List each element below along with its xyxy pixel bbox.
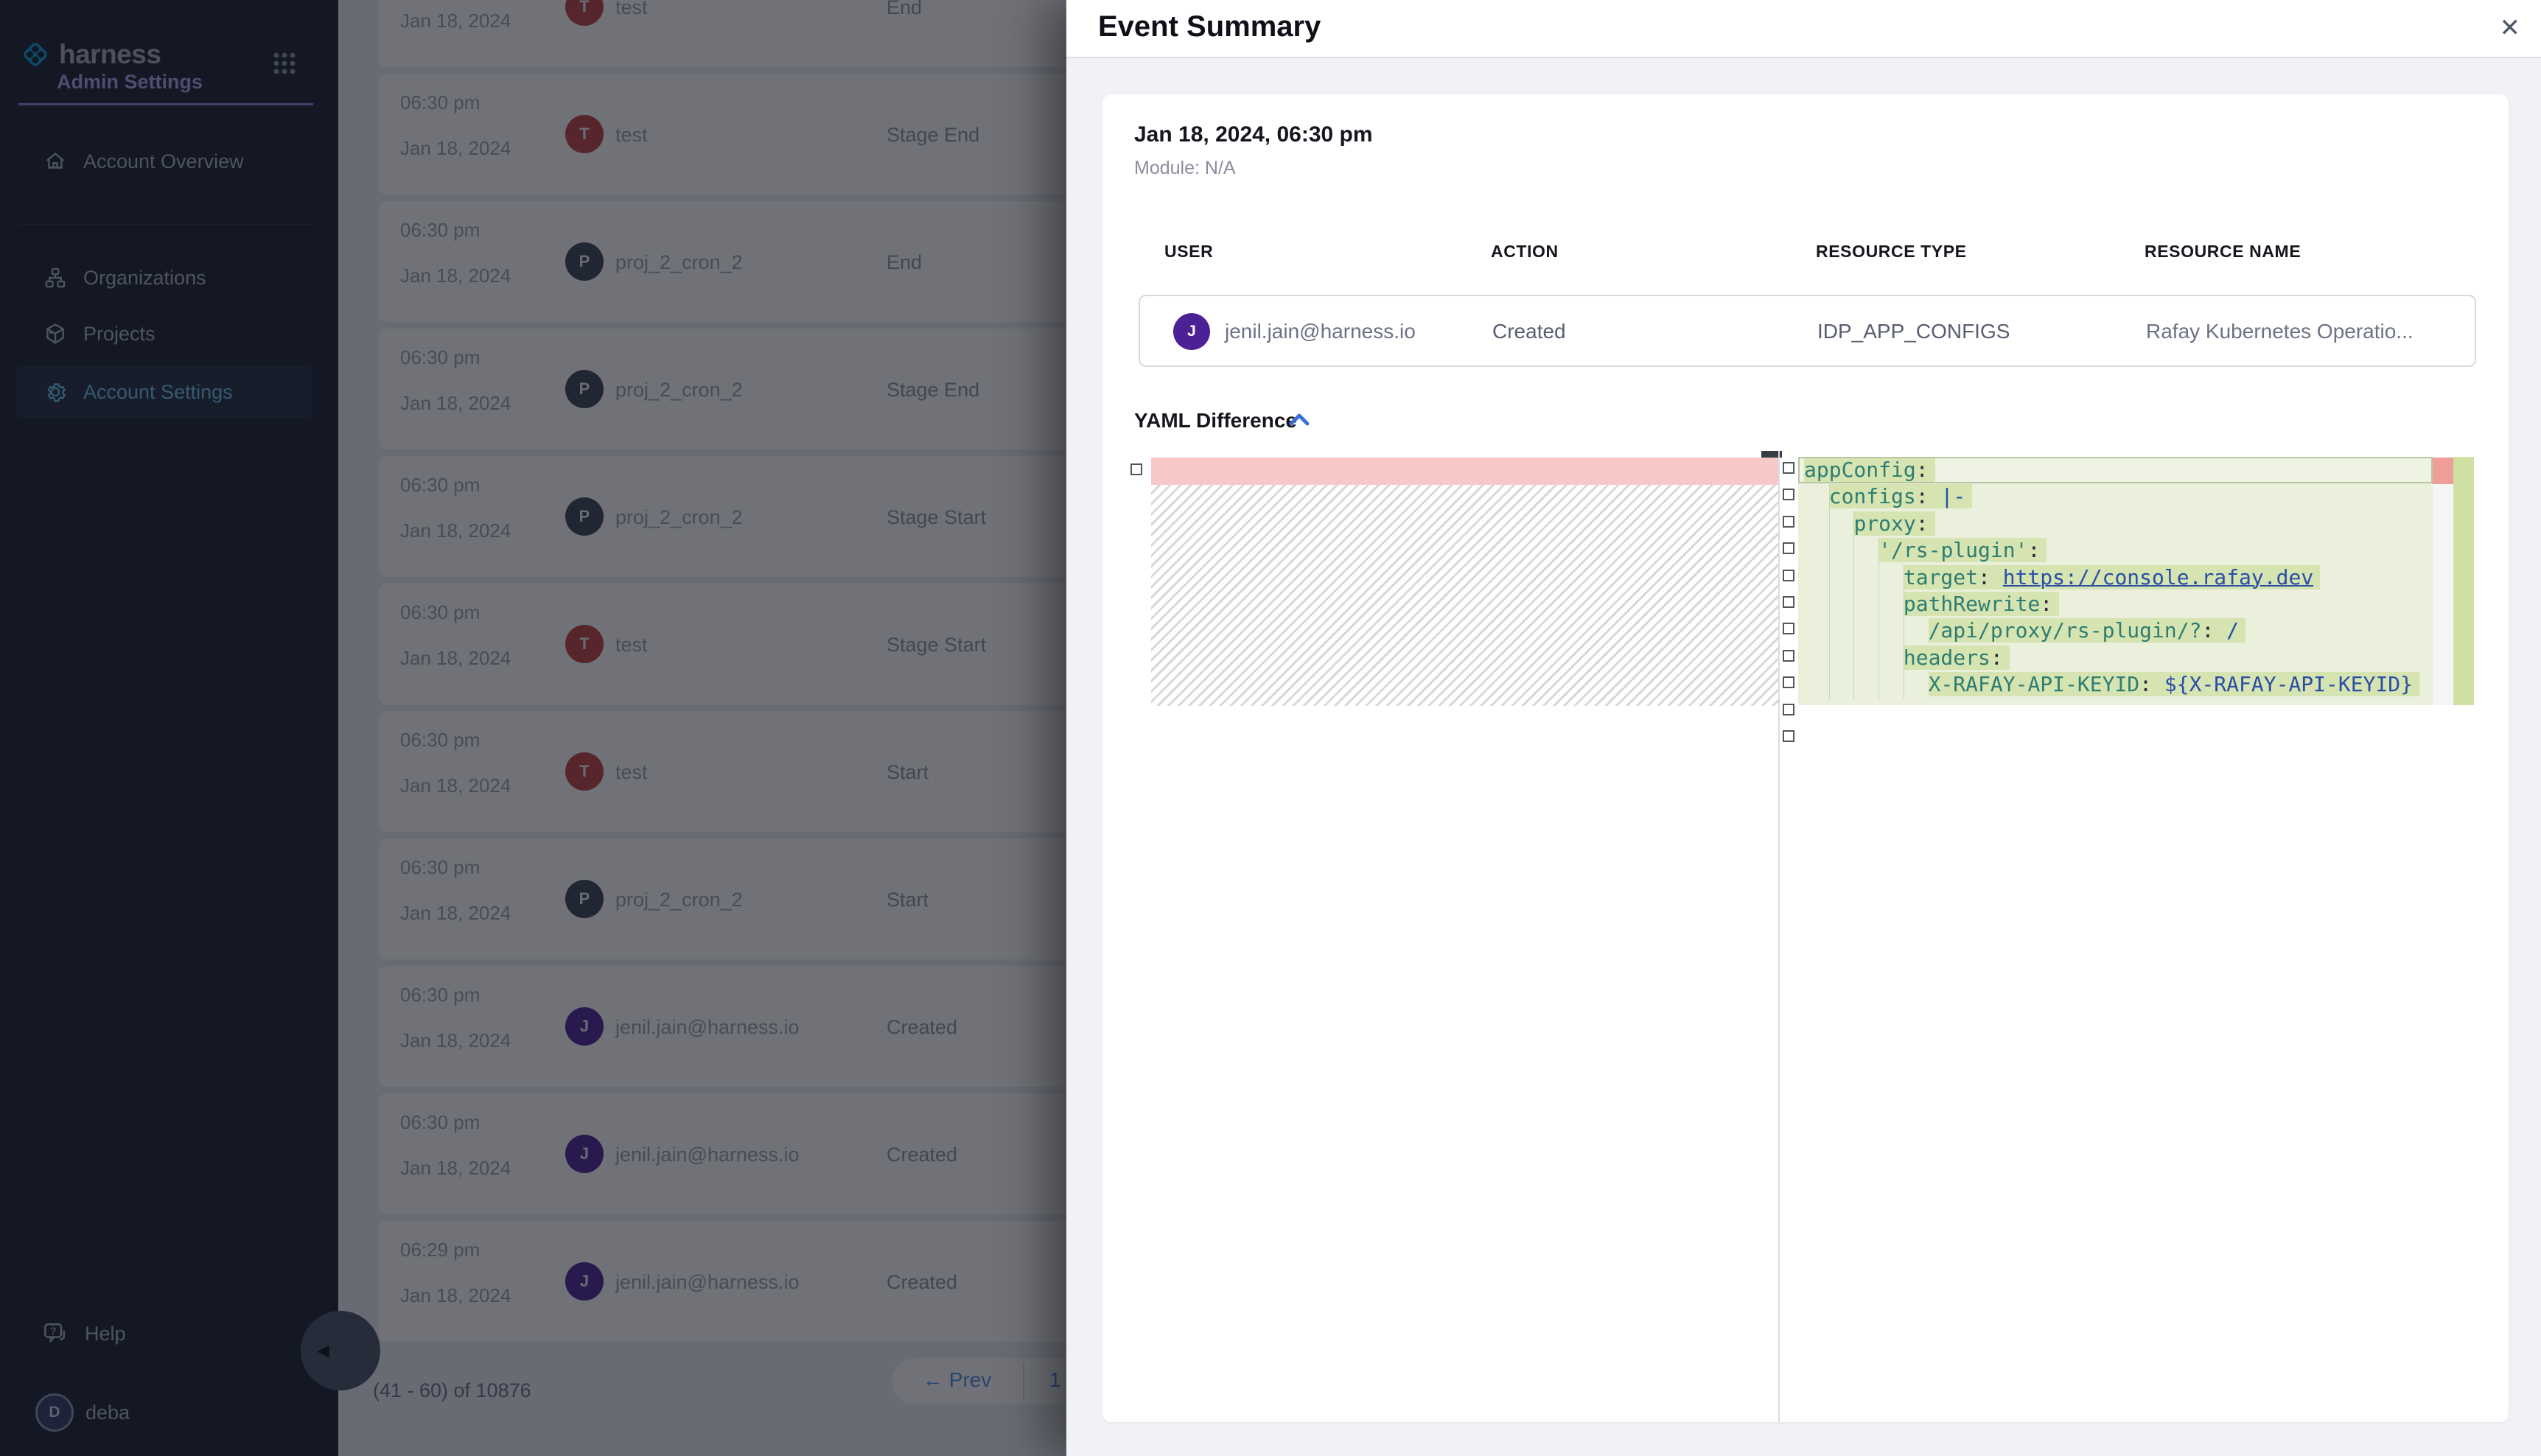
diff-empty-region [1151,485,1778,706]
diff-line-marker-icon [1783,596,1794,608]
event-module: Module: N/A [1134,158,1236,179]
yaml-diff-editor[interactable]: appConfig: configs: |- proxy: '/rs-plugi… [1102,451,2509,1422]
yaml-diff-line: target: https://console.rafay.dev [1798,564,2433,591]
yaml-diff-line: '/rs-plugin': [1798,537,2433,564]
column-header: RESOURCE TYPE [1816,242,1967,262]
yaml-link[interactable]: https://console.rafay.dev [2003,565,2313,589]
diff-line-marker-icon [1783,650,1794,662]
diff-line-marker-icon [1783,516,1794,528]
column-header: RESOURCE NAME [2145,242,2301,262]
column-header: ACTION [1491,242,1559,262]
event-table-row: J jenil.jain@harness.io Created IDP_APP_… [1139,295,2476,367]
yaml-diff-line: appConfig: [1798,457,2433,483]
diff-line-marker-icon [1783,542,1794,554]
event-resource-name: Rafay Kubernetes Operatio... [2146,320,2414,343]
yaml-diff-line: configs: |- [1798,483,2433,510]
diff-pane-divider [1778,451,1780,1422]
indent-guide [1853,511,1854,699]
harness-audit-trail-screen: harness Admin Settings Account OverviewO… [0,0,2541,1456]
diff-line-marker-icon [1783,570,1794,581]
yaml-diff-line: headers: [1798,645,2433,671]
yaml-difference-label: YAML Difference [1134,409,1297,433]
diff-line-marker-icon [1783,462,1794,474]
ruler-added-mark [2453,457,2474,705]
diff-line-marker-icon [1783,623,1794,634]
close-icon[interactable]: ✕ [2500,13,2521,43]
event-summary-card: Jan 18, 2024, 06:30 pm Module: N/A USER A… [1102,94,2509,1422]
yaml-diff-line: proxy: [1798,511,2433,537]
event-resource-type: IDP_APP_CONFIGS [1817,320,2010,343]
diff-removed-line [1151,458,1778,485]
drawer-title: Event Summary [1098,10,1321,43]
indent-guide [1829,484,1830,699]
diff-added-pane[interactable]: appConfig: configs: |- proxy: '/rs-plugi… [1798,457,2433,705]
event-action: Created [1492,320,1566,343]
event-datetime: Jan 18, 2024, 06:30 pm [1134,122,1373,147]
drawer-header: Event Summary ✕ [1066,0,2541,58]
user-avatar: J [1173,313,1210,350]
chevron-up-icon[interactable] [1288,411,1310,429]
diff-overview-ruler[interactable] [2433,457,2453,705]
diff-line-marker-icon [1130,463,1142,475]
event-summary-drawer: Event Summary ✕ Jan 18, 2024, 06:30 pm M… [1066,0,2541,1456]
indent-guide [1878,538,1879,699]
yaml-diff-line: /api/proxy/rs-plugin/?: / [1798,617,2433,644]
ruler-removed-mark [2433,458,2453,484]
yaml-diff-line: pathRewrite: [1798,591,2433,617]
diff-line-marker-icon [1783,676,1794,688]
event-user: jenil.jain@harness.io [1225,320,1416,343]
yaml-diff-line: X-RAFAY-API-KEYID: ${X-RAFAY-API-KEYID} [1798,671,2433,698]
diff-line-marker-icon [1783,489,1794,500]
diff-line-marker-icon [1783,704,1794,715]
column-header: USER [1164,242,1213,262]
diff-line-marker-icon [1783,730,1794,742]
